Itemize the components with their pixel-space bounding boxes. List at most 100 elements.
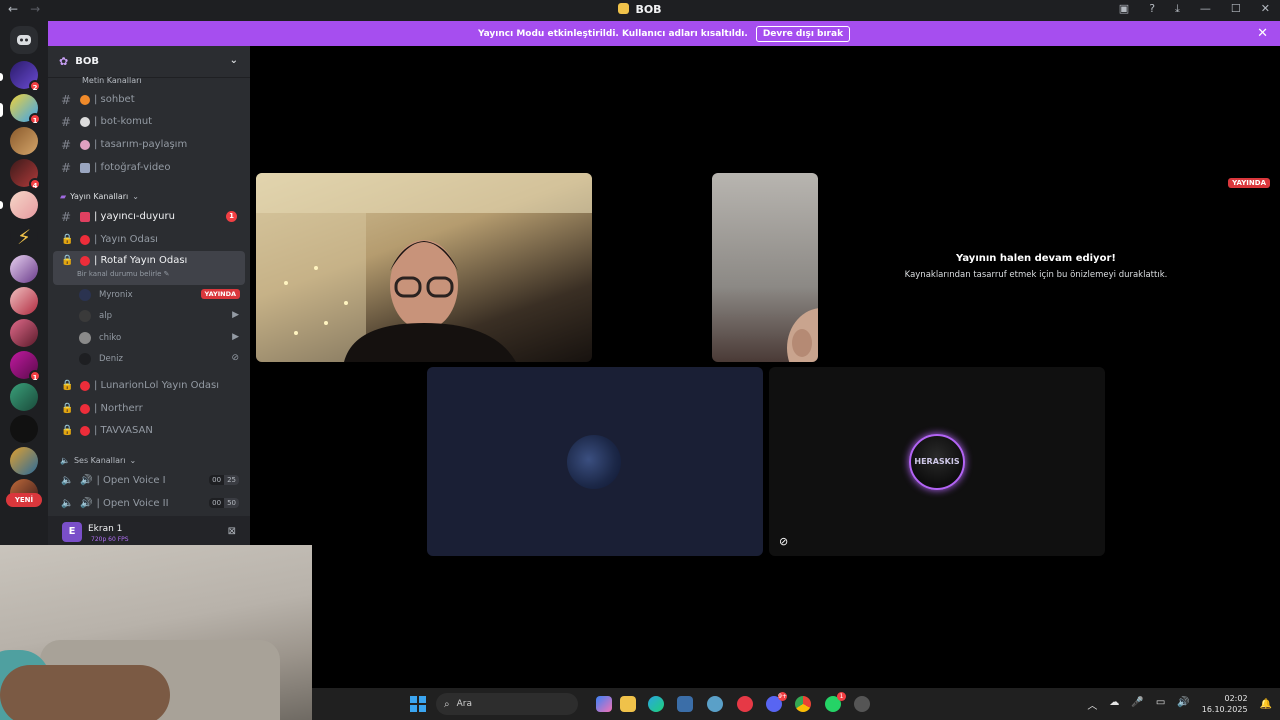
voice-user[interactable]: Myronix YAYINDA <box>79 286 244 304</box>
copilot-icon[interactable] <box>596 696 612 712</box>
channel-status-prompt[interactable]: Bir kanal durumu belirle ✎ <box>77 270 170 278</box>
megaphone-icon <box>80 211 90 222</box>
edge-icon[interactable] <box>648 696 664 712</box>
tray-icons: ︿ ☁ 🎤 ▭ 🔊 <box>1087 697 1189 712</box>
cloud-icon[interactable]: ☁ <box>1109 697 1119 712</box>
channel-yayin-odasi[interactable]: 🔒 | Yayın Odası <box>53 229 245 250</box>
maximize-icon[interactable]: ☐ <box>1231 2 1241 16</box>
stream-quality: 720p 60 FPS <box>91 536 129 543</box>
close-icon[interactable]: ✕ <box>1261 2 1270 16</box>
voice-user-name: Deniz <box>99 354 123 364</box>
user-count: 00 <box>209 475 225 485</box>
voice-tile-user-a[interactable] <box>427 367 763 556</box>
hash-icon: # <box>61 209 72 224</box>
server-icon-13[interactable] <box>10 447 38 475</box>
video-tile-camera-1[interactable] <box>256 173 592 362</box>
channel-bot-komut[interactable]: # | bot-komut <box>53 111 245 132</box>
chrome-icon[interactable] <box>795 696 811 712</box>
avatar <box>79 353 91 365</box>
channel-label: | Northerr <box>94 403 143 414</box>
channel-label: | sohbet <box>94 94 135 105</box>
channel-tavvasan[interactable]: 🔒 | TAVVASAN <box>53 420 245 441</box>
unread-pill <box>0 73 3 81</box>
banner-close-icon[interactable]: ✕ <box>1257 26 1268 41</box>
palette-icon <box>80 139 90 150</box>
system-tray: ︿ ☁ 🎤 ▭ 🔊 02:02 16.10.2025 🔔 <box>1087 688 1272 720</box>
inbox-icon[interactable]: ▣ <box>1119 2 1129 16</box>
server-icon-1[interactable]: 2 <box>10 61 41 92</box>
disable-streamer-mode-button[interactable]: Devre dışı bırak <box>755 25 851 42</box>
speaker-lock-icon: 🔈 <box>61 475 74 486</box>
channel-northerr[interactable]: 🔒 | Northerr <box>53 398 245 419</box>
file-explorer-icon[interactable] <box>620 696 636 712</box>
volume-icon[interactable]: 🔊 <box>1177 697 1189 712</box>
server-icon-10[interactable]: 1 <box>10 351 41 382</box>
channel-label: | bot-komut <box>94 116 153 127</box>
store-icon[interactable] <box>677 696 693 712</box>
microphone-icon[interactable]: 🎤 <box>1131 697 1143 712</box>
server-icon-4[interactable]: 4 <box>10 159 41 190</box>
fire-icon <box>80 94 90 105</box>
channel-fotograf-video[interactable]: # | fotoğraf-video <box>53 157 245 178</box>
category-voice-channels[interactable]: 🔈 Ses Kanalları ⌄ <box>60 456 136 465</box>
voice-tile-user-b[interactable]: HERASKIS ⊘ <box>769 367 1105 556</box>
user-limit-counter: 00 50 <box>209 498 239 508</box>
chevron-down-icon[interactable]: ⌄ <box>230 55 238 66</box>
category-text-channels[interactable]: Metin Kanalları <box>60 76 142 85</box>
clock[interactable]: 02:02 16.10.2025 <box>1202 693 1248 715</box>
category-stream-channels[interactable]: ▰ Yayın Kanalları ⌄ <box>60 192 139 201</box>
stop-stream-icon[interactable]: ⊠ <box>228 526 236 537</box>
lightning-server-icon[interactable]: ⚡ <box>10 223 38 251</box>
server-icon-11[interactable] <box>10 383 38 411</box>
settings-icon[interactable] <box>707 696 723 712</box>
paused-stream-info[interactable]: YAYINDA Yayının halen devam ediyor! Kayn… <box>820 173 1280 362</box>
avatar <box>567 435 621 489</box>
video-camera-icon: ▶ <box>232 332 239 342</box>
server-header[interactable]: ✿ BOB ⌄ <box>48 46 250 78</box>
server-icon-5[interactable] <box>10 191 38 219</box>
channel-sidebar: ✿ BOB ⌄ Metin Kanalları # | sohbet # | b… <box>48 46 250 546</box>
channel-lunarionlol-yayin-odasi[interactable]: 🔒 | LunarionLol Yayın Odası <box>53 375 245 396</box>
speaker-icon: 🔊 <box>80 475 93 486</box>
download-icon[interactable]: ⤓ <box>1175 2 1180 16</box>
server-rail: 2 1 4 ⚡ 1 YENİ <box>0 21 48 546</box>
notification-bell-icon[interactable]: 🔔 <box>1260 699 1272 710</box>
channel-open-voice-1[interactable]: 🔈 🔊 | Open Voice I 00 25 <box>53 470 245 491</box>
whatsapp-icon[interactable]: 1 <box>825 692 846 712</box>
chevron-up-icon[interactable]: ︿ <box>1087 697 1097 712</box>
home-discord-icon[interactable] <box>10 26 38 54</box>
unread-pill <box>0 201 3 209</box>
voice-user-name: alp <box>99 311 112 321</box>
server-icon-9[interactable] <box>10 319 38 347</box>
discord-window: ← → BOB ▣ ? ⤓ — ☐ ✕ 2 1 4 ⚡ 1 YENİ Yayın… <box>0 0 1280 720</box>
category-label: Metin Kanalları <box>82 76 142 85</box>
discord-taskbar-icon[interactable]: 9+ <box>766 692 787 712</box>
game-launcher-icon[interactable] <box>854 696 870 712</box>
network-icon[interactable]: ▭ <box>1156 697 1165 712</box>
server-icon-12[interactable] <box>10 415 38 443</box>
clock-date: 16.10.2025 <box>1201 705 1248 714</box>
voice-user[interactable]: Deniz ⊘ <box>79 350 244 368</box>
server-icon-8[interactable] <box>10 287 38 315</box>
server-icon-7[interactable] <box>10 255 38 283</box>
video-tile-camera-2[interactable] <box>712 173 818 362</box>
user-limit: 50 <box>224 498 239 508</box>
help-icon[interactable]: ? <box>1149 2 1155 16</box>
channel-yayinci-duyuru[interactable]: # | yayıncı-duyuru 1 <box>53 206 245 227</box>
red-circle-icon <box>80 380 90 391</box>
camera-feed-graphic <box>787 308 818 362</box>
channel-open-voice-2[interactable]: 🔈 🔊 | Open Voice II 00 50 <box>53 493 245 514</box>
search-placeholder: Ara <box>456 699 472 709</box>
media-player-icon[interactable] <box>737 696 753 712</box>
speaker-icon: 🔈 <box>60 456 70 465</box>
windows-start-icon[interactable] <box>410 696 426 712</box>
channel-sohbet[interactable]: # | sohbet <box>53 89 245 110</box>
channel-tasarim-paylasim[interactable]: # | tasarım-paylaşım <box>53 134 245 155</box>
server-icon-2[interactable]: 1 <box>10 94 41 125</box>
channel-rotaf-yayin-odasi[interactable]: 🔒 | Rotaf Yayın Odası <box>53 251 245 285</box>
taskbar-search[interactable]: ⌕ Ara <box>436 693 578 715</box>
server-icon-3[interactable] <box>10 127 38 155</box>
minimize-icon[interactable]: — <box>1200 2 1211 16</box>
voice-user[interactable]: alp ▶ <box>79 307 244 325</box>
voice-user[interactable]: chiko ▶ <box>79 329 244 347</box>
